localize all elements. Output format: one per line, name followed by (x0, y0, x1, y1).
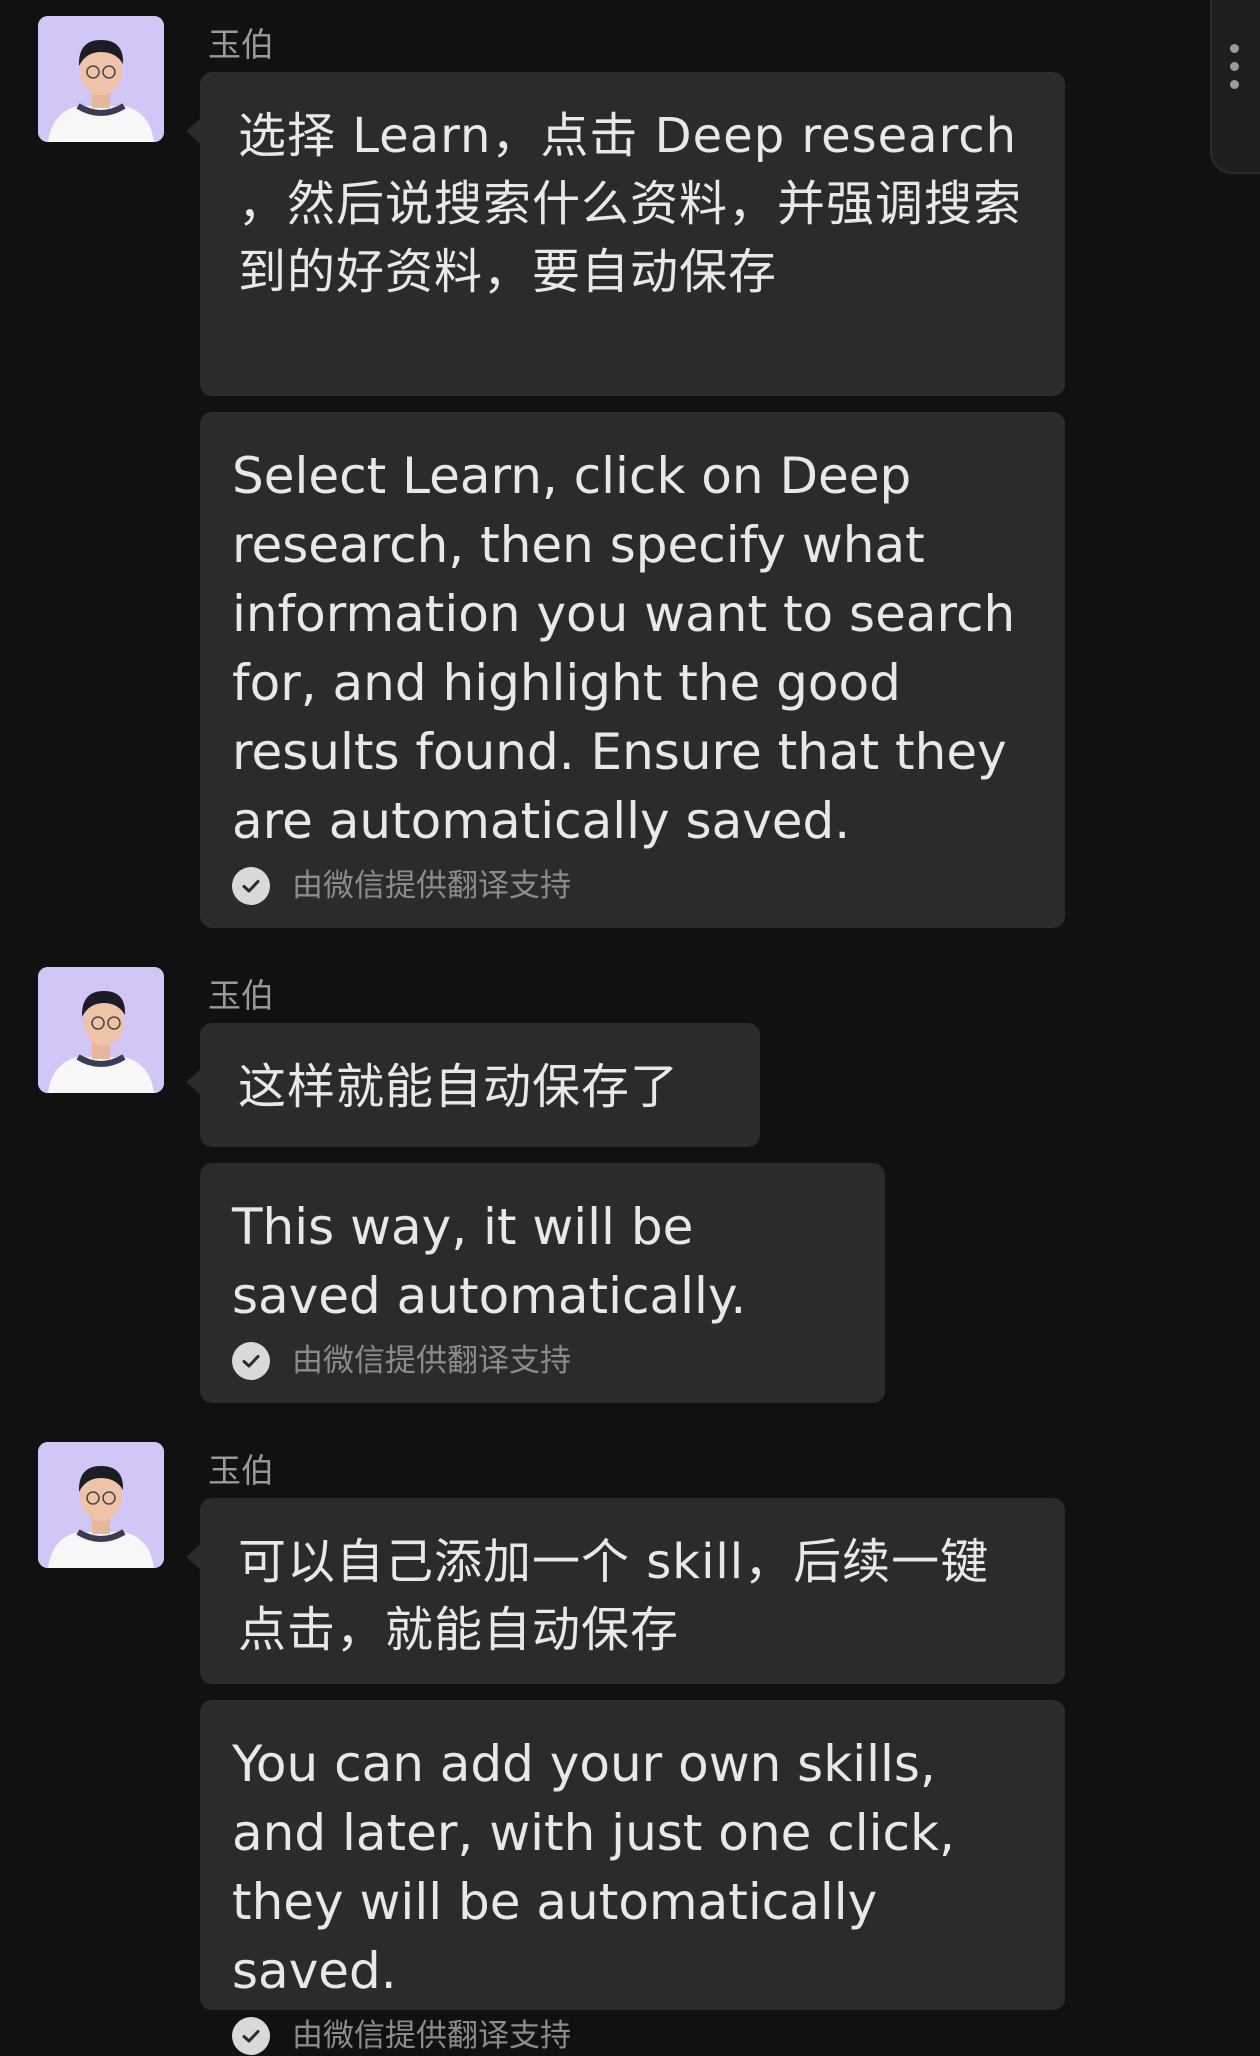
more-vertical-icon[interactable] (1230, 44, 1240, 98)
avatar-image (38, 1442, 164, 1568)
avatar[interactable] (38, 967, 164, 1093)
bubble-arrow (186, 1544, 201, 1570)
translation-attribution: 由微信提供翻译支持 (232, 866, 1035, 906)
check-circle-icon (232, 867, 270, 905)
side-drawer-handle[interactable] (1210, 0, 1260, 174)
sender-name: 玉伯 (208, 25, 274, 64)
message-bubble-original[interactable]: 可以自己添加一个 skill，后续一键点击，就能自动保存 (186, 1498, 1065, 1684)
translation-note: 由微信提供翻译支持 (292, 868, 571, 904)
message-bubble-translation[interactable]: This way, it will be saved automatically… (200, 1163, 885, 1403)
translation-attribution: 由微信提供翻译支持 (232, 1341, 855, 1381)
translation-text: Select Learn, click on Deep research, th… (232, 447, 1016, 850)
bubble-arrow (186, 1069, 201, 1095)
message-text: 可以自己添加一个 skill，后续一键点击，就能自动保存 (238, 1534, 990, 1658)
message-bubble-original[interactable]: 选择 Learn，点击 Deep research ，然后说搜索什么资料，并强调… (186, 72, 1065, 396)
avatar-image (38, 16, 164, 142)
translation-text: You can add your own skills, and later, … (232, 1735, 955, 2000)
message-text: 这样就能自动保存了 (238, 1059, 680, 1115)
avatar[interactable] (38, 1442, 164, 1568)
avatar-image (38, 967, 164, 1093)
bubble-arrow (186, 118, 201, 144)
avatar[interactable] (38, 16, 164, 142)
message-bubble-translation[interactable]: You can add your own skills, and later, … (200, 1700, 1065, 2055)
translation-note: 由微信提供翻译支持 (292, 1343, 571, 1379)
sender-name: 玉伯 (208, 976, 274, 1015)
translation-text: This way, it will be saved automatically… (232, 1198, 747, 1325)
translation-attribution: 由微信提供翻译支持 (232, 2016, 1035, 2056)
translation-note: 由微信提供翻译支持 (292, 2018, 571, 2054)
sender-name: 玉伯 (208, 1451, 274, 1490)
message-bubble-translation[interactable]: Select Learn, click on Deep research, th… (200, 412, 1065, 928)
message-bubble-original[interactable]: 这样就能自动保存了 (186, 1023, 760, 1147)
message-text: 选择 Learn，点击 Deep research ，然后说搜索什么资料，并强调… (238, 108, 1023, 300)
check-circle-icon (232, 2017, 270, 2055)
check-circle-icon (232, 1342, 270, 1380)
